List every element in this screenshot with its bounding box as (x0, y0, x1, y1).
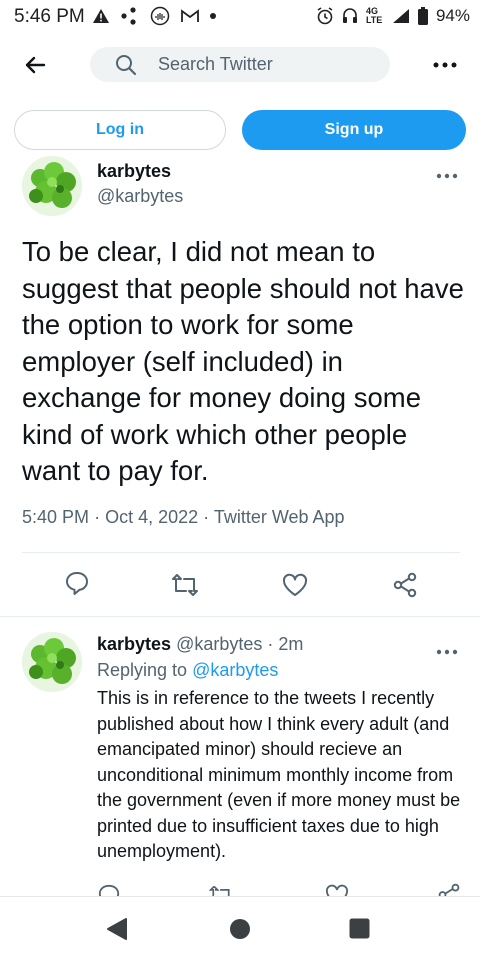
square-recents-icon (349, 918, 370, 939)
reply-icon (66, 572, 88, 595)
status-bar: 5:46 PM 4G LTE 94% (0, 0, 480, 34)
heart-icon (282, 573, 308, 596)
signal-icon (392, 9, 409, 23)
retweet-icon (172, 574, 198, 596)
sound-app-icon (150, 6, 170, 26)
status-right: 4G LTE 94% (316, 6, 470, 26)
meta-separator: · (203, 507, 214, 527)
replying-prefix: Replying to (97, 660, 188, 680)
status-time: 5:46 PM (14, 6, 85, 27)
avatar[interactable] (22, 156, 82, 216)
tweet-date[interactable]: Oct 4, 2022 (105, 507, 198, 527)
arrow-left-icon (25, 56, 46, 74)
warning-icon (93, 9, 109, 23)
headset-icon (342, 8, 357, 23)
alarm-icon (317, 7, 333, 25)
tweet-source[interactable]: Twitter Web App (214, 507, 345, 527)
notification-icons (92, 6, 216, 26)
meta-separator: · (94, 507, 106, 527)
battery-percent: 94% (435, 6, 470, 25)
more-horizontal-icon (436, 173, 458, 179)
reply-text: This is in reference to the tweets I rec… (97, 688, 461, 861)
gmail-icon (181, 9, 199, 22)
nav-home-button[interactable] (229, 918, 251, 945)
retweet-button[interactable] (170, 570, 200, 600)
search-input[interactable]: Search Twitter (90, 47, 390, 82)
avatar[interactable] (22, 632, 82, 692)
battery-icon (417, 7, 428, 25)
reply-author-name[interactable]: karbytes (97, 634, 171, 654)
tweet-meta: 5:40 PM · Oct 4, 2022 · Twitter Web App (22, 507, 345, 528)
reply-button[interactable] (62, 568, 92, 598)
reply-more-button[interactable] (436, 642, 458, 660)
tweet-time[interactable]: 5:40 PM (22, 507, 89, 527)
more-horizontal-icon (433, 62, 457, 68)
avatar-image (22, 156, 82, 216)
like-button[interactable] (280, 570, 310, 600)
circle-home-icon (230, 919, 250, 939)
network-type: 4G LTE (365, 6, 383, 25)
triangle-back-icon (107, 918, 127, 940)
more-horizontal-icon (436, 649, 458, 655)
nav-back-button[interactable] (106, 917, 128, 946)
author-name[interactable]: karbytes (97, 161, 171, 182)
back-button[interactable] (18, 48, 52, 82)
share-icon (393, 572, 417, 598)
replying-to-link[interactable]: @karbytes (192, 660, 278, 680)
meta-separator: · (267, 634, 279, 654)
login-button[interactable]: Log in (14, 110, 226, 150)
nav-recents-button[interactable] (349, 918, 370, 944)
avatar-image (22, 632, 82, 692)
tweet-text: To be clear, I did not mean to suggest t… (22, 236, 464, 486)
system-navigation-bar (0, 896, 480, 961)
author-handle[interactable]: @karbytes (97, 186, 183, 207)
reply-header: karbytes @karbytes · 2m (97, 634, 303, 655)
app-dots-icon (121, 7, 136, 25)
reply-author-handle[interactable]: @karbytes (176, 634, 262, 654)
share-button[interactable] (390, 570, 420, 600)
more-options-button[interactable] (428, 52, 462, 78)
more-notifications-dot (210, 13, 216, 19)
search-placeholder: Search Twitter (158, 54, 273, 74)
replying-to: Replying to @karbytes (97, 660, 278, 681)
reply-age[interactable]: 2m (278, 634, 303, 654)
search-icon (116, 54, 137, 75)
signup-button[interactable]: Sign up (242, 110, 466, 150)
divider (22, 552, 460, 553)
tweet-more-button[interactable] (436, 166, 458, 184)
divider (0, 616, 480, 617)
